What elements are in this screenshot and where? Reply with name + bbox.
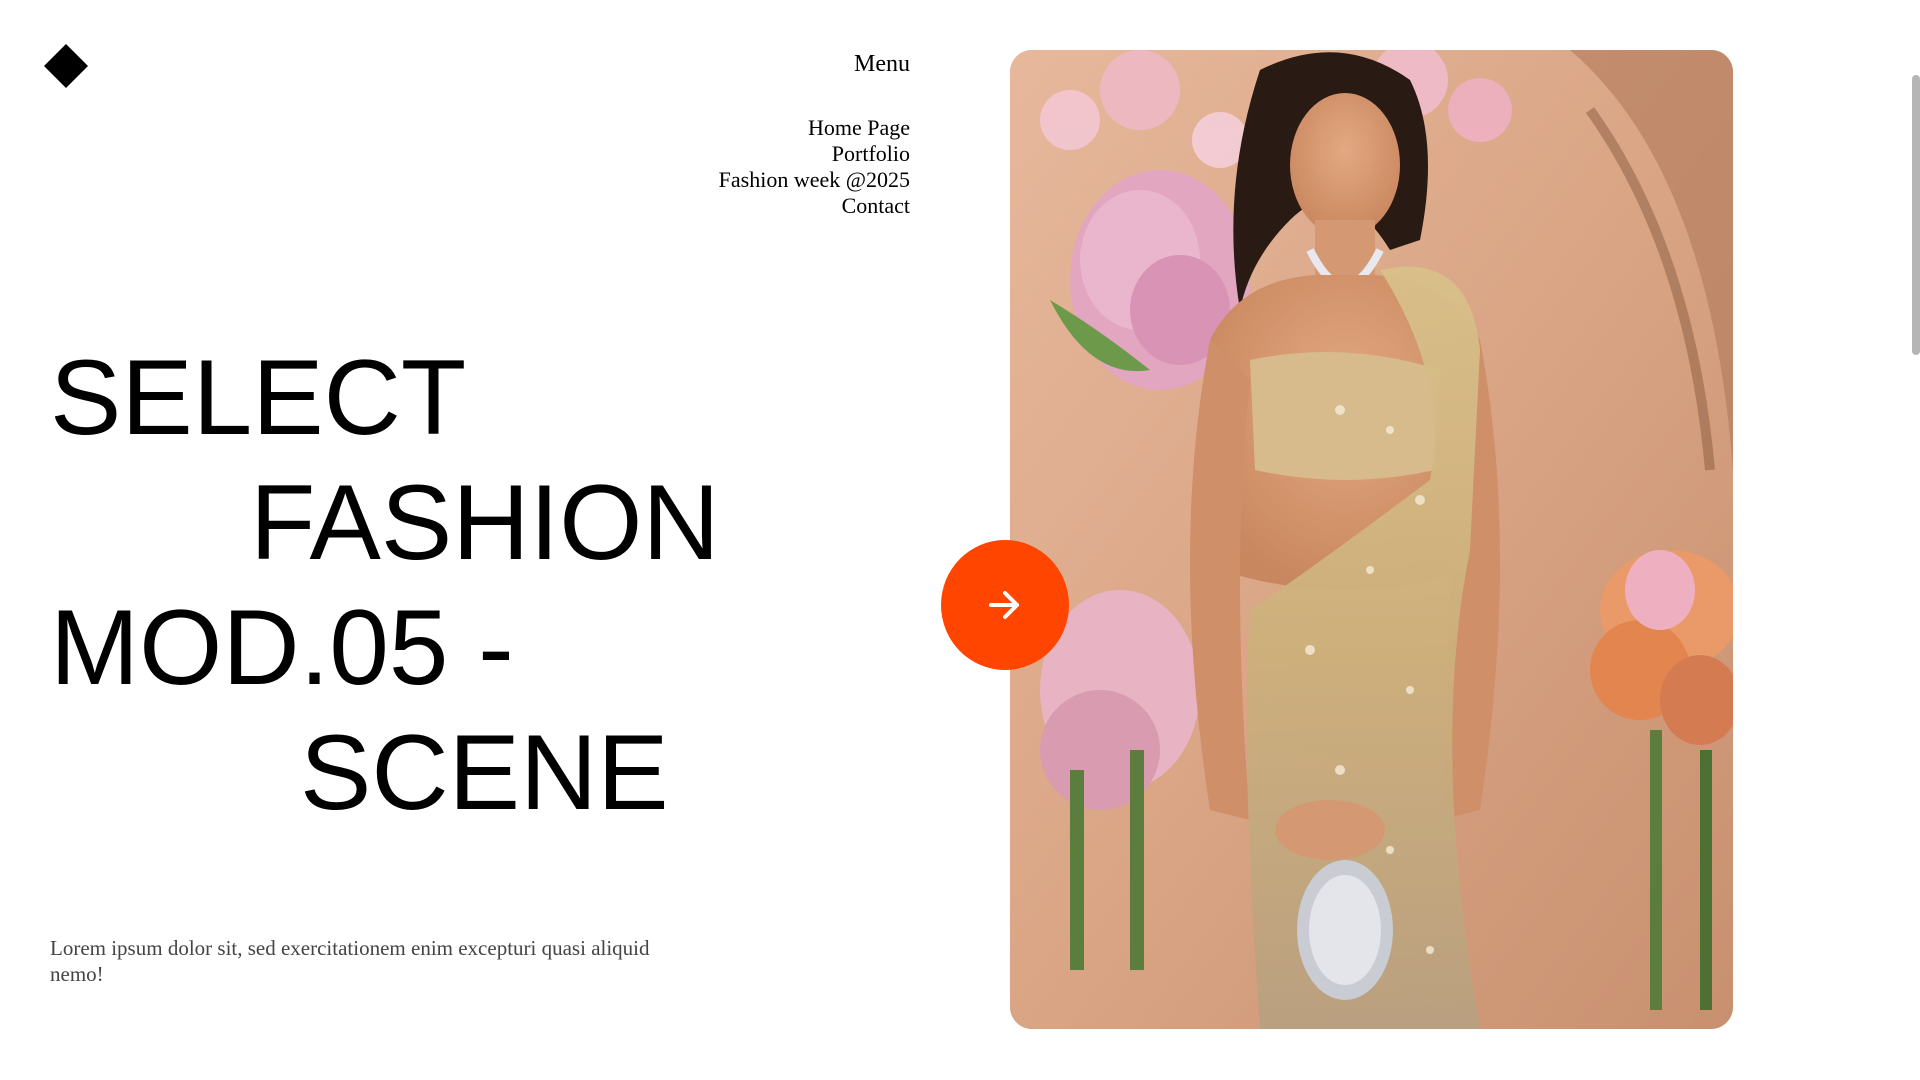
nav-link-contact[interactable]: Contact [842,193,910,219]
model-photo-illustration [1010,50,1733,1029]
hero-photo [1010,50,1733,1029]
scrollbar-thumb[interactable] [1912,75,1920,355]
menu-button[interactable]: Menu [854,49,910,79]
nav-link-home[interactable]: Home Page [808,115,910,141]
arrow-right-icon [989,591,1019,619]
headline-line: FASHION [250,462,720,582]
nav-link-portfolio[interactable]: Portfolio [832,141,910,167]
nav-menu: Home Page Portfolio Fashion week @2025 C… [719,115,910,219]
page: Menu Home Page Portfolio Fashion week @2… [0,0,1920,1080]
diamond-icon[interactable] [44,44,88,88]
headline-line: SCENE [300,712,669,832]
headline-line: MOD.05 - [50,587,514,707]
hero-description: Lorem ipsum dolor sit, sed exercitatione… [50,936,650,986]
headline-line: SELECT [50,337,467,457]
next-slide-button[interactable] [941,540,1069,670]
nav-link-fashion-week[interactable]: Fashion week @2025 [719,167,910,193]
page-scrollbar[interactable] [1906,0,1920,1080]
hero-headline: SELECT FASHION MOD.05 - SCENE [50,335,720,835]
